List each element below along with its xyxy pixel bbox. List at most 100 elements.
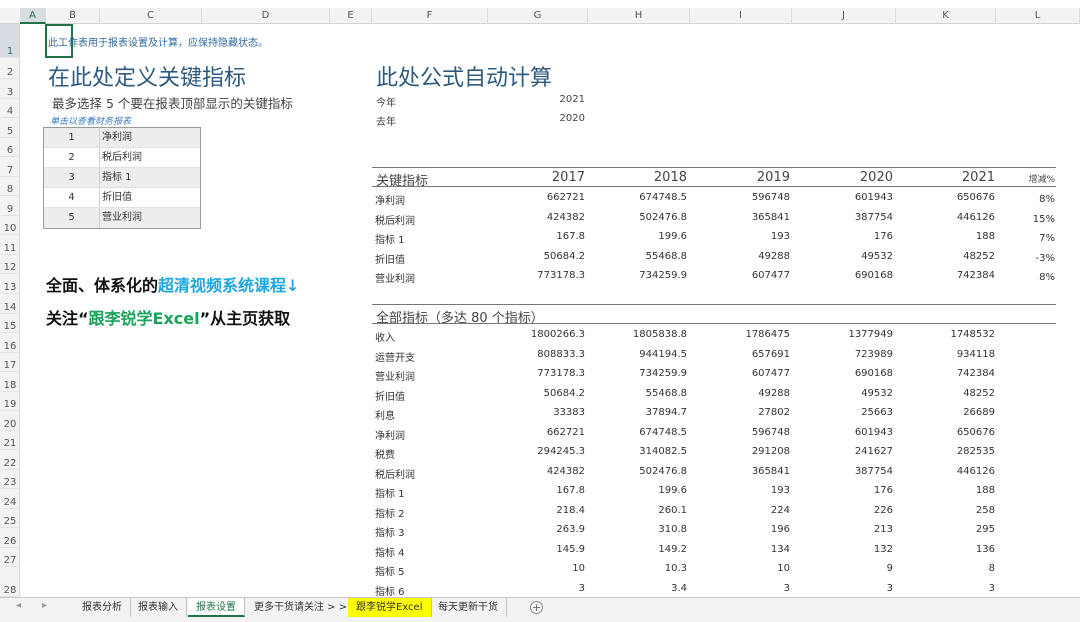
value-cell[interactable]: 27802 <box>700 407 790 418</box>
value-cell[interactable]: 263.9 <box>495 524 585 535</box>
row-header-6[interactable]: 6 <box>0 138 20 157</box>
value-cell[interactable]: 176 <box>803 485 893 496</box>
column-header-f[interactable]: F <box>372 8 488 24</box>
row-header-10[interactable]: 10 <box>0 216 20 235</box>
value-cell[interactable]: 502476.8 <box>597 466 687 477</box>
value-cell[interactable]: 49288 <box>700 388 790 399</box>
value-cell[interactable]: 773178.3 <box>495 368 585 379</box>
view-report-link[interactable]: 单击以查看财务报表 <box>50 114 131 127</box>
row-header-7[interactable]: 7 <box>0 157 20 177</box>
column-header-a[interactable]: A <box>20 8 46 24</box>
value-cell[interactable]: 134 <box>700 544 790 555</box>
row-header-5[interactable]: 5 <box>0 118 20 138</box>
column-header-i[interactable]: I <box>690 8 792 24</box>
value-cell[interactable]: 662721 <box>495 427 585 438</box>
add-sheet-icon[interactable]: + <box>530 601 543 614</box>
value-cell[interactable]: 3 <box>803 583 893 594</box>
value-cell[interactable]: 48252 <box>905 251 995 262</box>
value-cell[interactable]: 10.3 <box>597 563 687 574</box>
last-year-value[interactable]: 2020 <box>540 113 585 124</box>
value-cell[interactable]: 10 <box>700 563 790 574</box>
row-header-23[interactable]: 23 <box>0 470 20 489</box>
change-percent[interactable]: -3% <box>1015 253 1055 264</box>
value-cell[interactable]: 365841 <box>700 466 790 477</box>
value-cell[interactable]: 167.8 <box>495 231 585 242</box>
value-cell[interactable]: 934118 <box>905 349 995 360</box>
value-cell[interactable]: 650676 <box>905 427 995 438</box>
value-cell[interactable]: 601943 <box>803 192 893 203</box>
sheet-tab[interactable]: 每天更新干货 <box>430 598 507 617</box>
value-cell[interactable]: 199.6 <box>597 485 687 496</box>
value-cell[interactable]: 188 <box>905 485 995 496</box>
value-cell[interactable]: 662721 <box>495 192 585 203</box>
prev-sheet-icon[interactable]: ◂ <box>16 600 21 611</box>
value-cell[interactable]: 241627 <box>803 446 893 457</box>
value-cell[interactable]: 149.2 <box>597 544 687 555</box>
value-cell[interactable]: 258 <box>905 505 995 516</box>
next-sheet-icon[interactable]: ▸ <box>42 600 47 611</box>
value-cell[interactable]: 502476.8 <box>597 212 687 223</box>
change-percent[interactable]: 8% <box>1015 194 1055 205</box>
value-cell[interactable]: 674748.5 <box>597 427 687 438</box>
sheet-tab[interactable]: 报表设置 <box>188 598 245 617</box>
value-cell[interactable]: 1377949 <box>803 329 893 340</box>
value-cell[interactable]: 8 <box>905 563 995 574</box>
value-cell[interactable]: 37894.7 <box>597 407 687 418</box>
value-cell[interactable]: 690168 <box>803 270 893 281</box>
sheet-tab[interactable]: 报表分析 <box>74 598 131 617</box>
row-header-28[interactable]: 28 <box>0 567 20 597</box>
row-header-25[interactable]: 25 <box>0 509 20 528</box>
row-header-18[interactable]: 18 <box>0 372 20 392</box>
value-cell[interactable]: 314082.5 <box>597 446 687 457</box>
value-cell[interactable]: 282535 <box>905 446 995 457</box>
value-cell[interactable]: 295 <box>905 524 995 535</box>
value-cell[interactable]: 188 <box>905 231 995 242</box>
value-cell[interactable]: 446126 <box>905 466 995 477</box>
value-cell[interactable]: 3 <box>905 583 995 594</box>
value-cell[interactable]: 424382 <box>495 466 585 477</box>
value-cell[interactable]: 196 <box>700 524 790 535</box>
value-cell[interactable]: 734259.9 <box>597 270 687 281</box>
value-cell[interactable]: 213 <box>803 524 893 535</box>
value-cell[interactable]: 734259.9 <box>597 368 687 379</box>
sheet-tab[interactable]: 跟李锐学Excel <box>348 598 432 617</box>
column-header-b[interactable]: B <box>46 8 100 24</box>
row-header-24[interactable]: 24 <box>0 489 20 509</box>
row-header-17[interactable]: 17 <box>0 353 20 372</box>
value-cell[interactable]: 742384 <box>905 270 995 281</box>
change-percent[interactable]: 15% <box>1015 214 1055 225</box>
value-cell[interactable]: 723989 <box>803 349 893 360</box>
value-cell[interactable]: 25663 <box>803 407 893 418</box>
column-header-h[interactable]: H <box>588 8 690 24</box>
value-cell[interactable]: 50684.2 <box>495 388 585 399</box>
value-cell[interactable]: 9 <box>803 563 893 574</box>
row-header-16[interactable]: 16 <box>0 333 20 353</box>
value-cell[interactable]: 1800266.3 <box>495 329 585 340</box>
value-cell[interactable]: 226 <box>803 505 893 516</box>
value-cell[interactable]: 199.6 <box>597 231 687 242</box>
row-header-1[interactable]: 1 <box>0 24 20 58</box>
value-cell[interactable]: 944194.5 <box>597 349 687 360</box>
change-percent[interactable]: 8% <box>1015 272 1055 283</box>
row-header-4[interactable]: 4 <box>0 99 20 118</box>
value-cell[interactable]: 365841 <box>700 212 790 223</box>
value-cell[interactable]: 176 <box>803 231 893 242</box>
row-header-21[interactable]: 21 <box>0 431 20 450</box>
kpi-selection-value[interactable]: 税后利润 <box>100 148 200 167</box>
value-cell[interactable]: 3 <box>495 583 585 594</box>
row-header-26[interactable]: 26 <box>0 528 20 548</box>
value-cell[interactable]: 446126 <box>905 212 995 223</box>
value-cell[interactable]: 218.4 <box>495 505 585 516</box>
value-cell[interactable]: 55468.8 <box>597 251 687 262</box>
value-cell[interactable]: 596748 <box>700 427 790 438</box>
value-cell[interactable]: 3 <box>700 583 790 594</box>
row-header-9[interactable]: 9 <box>0 196 20 216</box>
value-cell[interactable]: 742384 <box>905 368 995 379</box>
row-header-8[interactable]: 8 <box>0 177 20 196</box>
row-header-12[interactable]: 12 <box>0 255 20 274</box>
value-cell[interactable]: 55468.8 <box>597 388 687 399</box>
value-cell[interactable]: 50684.2 <box>495 251 585 262</box>
value-cell[interactable]: 424382 <box>495 212 585 223</box>
value-cell[interactable]: 808833.3 <box>495 349 585 360</box>
kpi-selection-value[interactable]: 营业利润 <box>100 208 200 228</box>
